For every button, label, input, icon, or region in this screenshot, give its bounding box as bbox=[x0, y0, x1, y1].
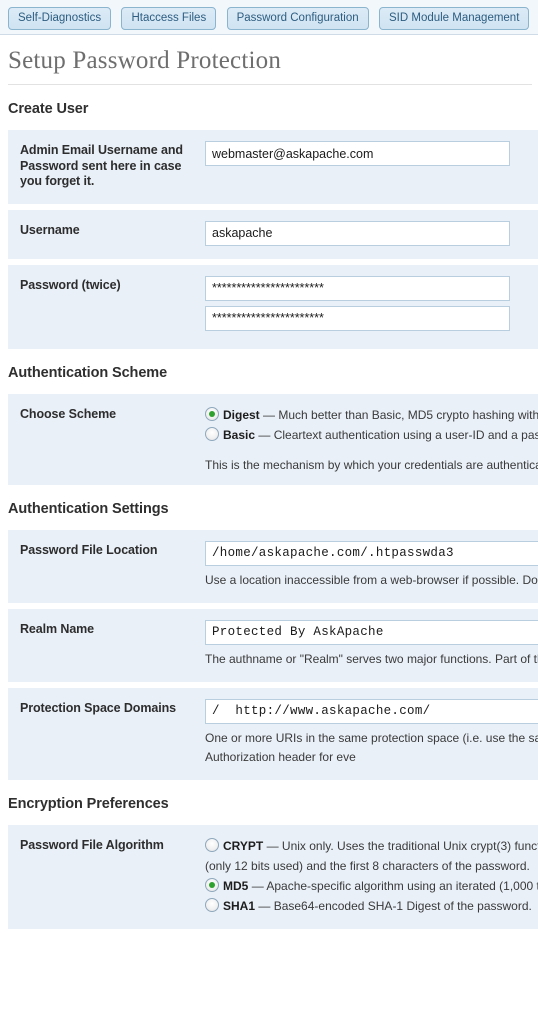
form-row-choose-scheme: Choose Scheme Digest — Much better than … bbox=[8, 393, 538, 485]
realm-name-input[interactable] bbox=[205, 619, 538, 645]
scheme-basic-name: Basic bbox=[223, 427, 256, 442]
title-divider bbox=[8, 84, 532, 85]
algorithm-option-crypt[interactable]: CRYPT — Unix only. Uses the traditional … bbox=[205, 836, 538, 876]
username-input[interactable] bbox=[205, 220, 510, 246]
scheme-option-digest[interactable]: Digest — Much better than Basic, MD5 cry… bbox=[205, 405, 538, 425]
form-row-realm-name: Realm Name The authname or "Realm" serve… bbox=[8, 605, 538, 685]
password-field-cell bbox=[205, 262, 538, 349]
choose-scheme-field-cell: Digest — Much better than Basic, MD5 cry… bbox=[205, 394, 538, 485]
username-field-cell bbox=[205, 207, 538, 262]
choose-scheme-label: Choose Scheme bbox=[20, 406, 116, 421]
form-row-password: Password (twice) bbox=[8, 261, 538, 349]
algorithm-option-sha1[interactable]: SHA1 — Base64-encoded SHA-1 Digest of th… bbox=[205, 896, 538, 916]
section-heading-create-user: Create User bbox=[8, 101, 89, 117]
scheme-note: This is the mechanism by which your cred… bbox=[205, 457, 538, 472]
form-row-username: Username bbox=[8, 206, 538, 262]
algorithm-md5-name: MD5 bbox=[223, 878, 249, 893]
radio-md5-icon[interactable] bbox=[205, 877, 219, 892]
tab-sid-module-management[interactable]: SID Module Management bbox=[379, 7, 530, 30]
authentication-settings-form: Password File Location Use a location in… bbox=[8, 529, 538, 780]
username-label: Username bbox=[20, 222, 80, 237]
tab-self-diagnostics[interactable]: Self-Diagnostics bbox=[8, 7, 112, 30]
authentication-scheme-form: Choose Scheme Digest — Much better than … bbox=[8, 393, 538, 485]
password-file-location-hint: Use a location inaccessible from a web-b… bbox=[205, 572, 538, 587]
admin-email-input[interactable] bbox=[205, 141, 510, 166]
password-file-location-field-cell: Use a location inaccessible from a web-b… bbox=[205, 530, 538, 606]
section-heading-encryption-preferences: Encryption Preferences bbox=[8, 795, 169, 812]
radio-basic-icon[interactable] bbox=[205, 426, 219, 441]
password-input-confirm[interactable] bbox=[205, 305, 510, 331]
password-input-first[interactable] bbox=[205, 275, 510, 301]
password-file-algorithm-field-cell: CRYPT — Unix only. Uses the traditional … bbox=[205, 825, 538, 929]
password-file-algorithm-label: Password File Algorithm bbox=[20, 837, 164, 852]
radio-sha1-icon[interactable] bbox=[205, 897, 219, 912]
protection-space-domains-field-cell: One or more URIs in the same protection … bbox=[205, 685, 538, 780]
admin-email-label: Admin Email Username and Password sent h… bbox=[20, 143, 183, 188]
algorithm-sha1-desc: — Base64-encoded SHA-1 Digest of the pas… bbox=[258, 898, 532, 913]
algorithm-sha1-name: SHA1 bbox=[223, 898, 256, 913]
realm-name-field-cell: The authname or "Realm" serves two major… bbox=[205, 606, 538, 685]
algorithm-crypt-name: CRYPT bbox=[223, 838, 264, 853]
form-row-password-file-algorithm: Password File Algorithm CRYPT — Unix onl… bbox=[8, 824, 538, 929]
section-heading-authentication-scheme: Authentication Scheme bbox=[8, 364, 168, 381]
protection-space-domains-label: Protection Space Domains bbox=[20, 700, 176, 715]
scheme-digest-desc: — Much better than Basic, MD5 crypto has… bbox=[263, 407, 538, 422]
tab-password-configuration[interactable]: Password Configuration bbox=[226, 7, 369, 30]
admin-email-field-cell bbox=[205, 130, 538, 207]
page-title: Setup Password Protection bbox=[8, 47, 282, 74]
algorithm-option-md5[interactable]: MD5 — Apache-specific algorithm using an… bbox=[205, 876, 538, 896]
scheme-option-basic[interactable]: Basic — Cleartext authentication using a… bbox=[205, 425, 538, 445]
password-file-location-label: Password File Location bbox=[20, 542, 158, 557]
radio-digest-icon[interactable] bbox=[205, 406, 219, 421]
radio-crypt-icon[interactable] bbox=[205, 837, 219, 852]
scheme-basic-desc: — Cleartext authentication using a user-… bbox=[258, 427, 538, 442]
encryption-preferences-form: Password File Algorithm CRYPT — Unix onl… bbox=[8, 824, 538, 929]
tab-bar: Self-Diagnostics Htaccess Files Password… bbox=[0, 0, 538, 35]
password-label: Password (twice) bbox=[20, 277, 121, 292]
password-file-location-input[interactable] bbox=[205, 540, 538, 566]
form-row-admin-email: Admin Email Username and Password sent h… bbox=[8, 130, 538, 207]
tab-htaccess-files[interactable]: Htaccess Files bbox=[121, 7, 217, 30]
scheme-digest-name: Digest bbox=[223, 407, 260, 422]
protection-space-domains-hint: One or more URIs in the same protection … bbox=[205, 730, 538, 764]
section-heading-authentication-settings: Authentication Settings bbox=[8, 500, 169, 517]
realm-name-hint: The authname or "Realm" serves two major… bbox=[205, 651, 538, 666]
protection-space-domains-input[interactable] bbox=[205, 698, 538, 724]
algorithm-md5-desc: — Apache-specific algorithm using an ite… bbox=[251, 878, 538, 893]
form-row-protection-space-domains: Protection Space Domains One or more URI… bbox=[8, 684, 538, 780]
form-row-password-file-location: Password File Location Use a location in… bbox=[8, 529, 538, 606]
create-user-form: Admin Email Username and Password sent h… bbox=[8, 130, 538, 349]
realm-name-label: Realm Name bbox=[20, 621, 95, 636]
